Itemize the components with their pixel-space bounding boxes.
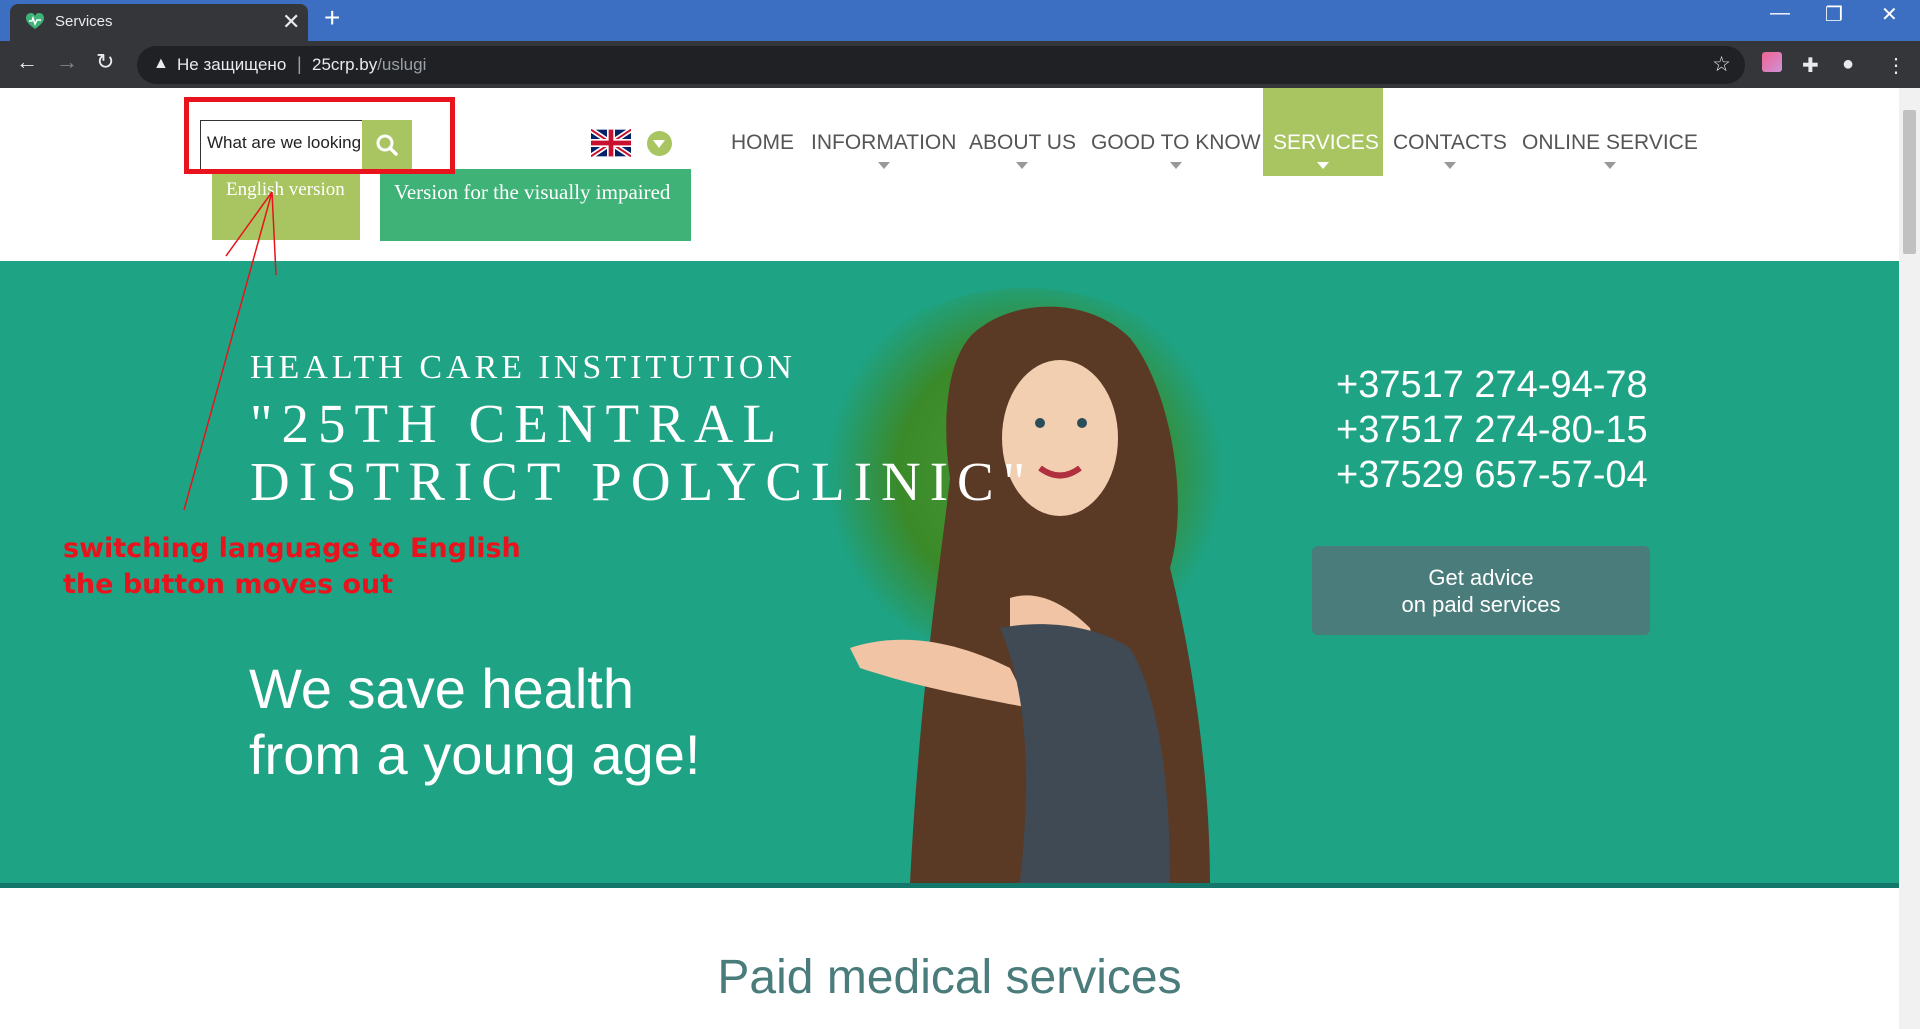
nav-services[interactable]: SERVICES bbox=[1263, 88, 1383, 176]
new-tab-button[interactable]: + bbox=[324, 2, 340, 34]
visually-impaired-button[interactable]: Version for the visually impaired bbox=[380, 169, 691, 241]
institution-name-line2: DISTRICT POLYCLINIC" bbox=[250, 451, 1035, 512]
nav-about-us[interactable]: ABOUT US bbox=[969, 88, 1076, 176]
nav-home[interactable]: HOME bbox=[731, 88, 794, 176]
caret-down-icon bbox=[1603, 162, 1616, 169]
restore-icon[interactable]: ❐ bbox=[1825, 2, 1843, 27]
profile-icon[interactable]: ● bbox=[1842, 53, 1854, 76]
annotation-highlight-box bbox=[184, 97, 455, 174]
phone-number[interactable]: +37529 657-57-04 bbox=[1336, 453, 1648, 498]
slogan-line1: We save health bbox=[249, 657, 634, 720]
phone-list: +37517 274-94-78 +37517 274-80-15 +37529… bbox=[1336, 363, 1648, 498]
nav-label: INFORMATION bbox=[811, 131, 957, 154]
hero-slogan: We save health from a young age! bbox=[249, 656, 700, 788]
minimize-icon[interactable]: — bbox=[1770, 2, 1790, 25]
close-window-icon[interactable]: ✕ bbox=[1881, 2, 1898, 27]
language-dropdown-icon[interactable] bbox=[647, 131, 672, 156]
caret-down-icon bbox=[1317, 162, 1329, 169]
extension-icon[interactable] bbox=[1762, 52, 1782, 72]
institution-name: "25TH CENTRAL DISTRICT POLYCLINIC" bbox=[250, 395, 1034, 511]
bookmark-star-icon[interactable]: ☆ bbox=[1712, 52, 1731, 77]
browser-tab[interactable]: Services ✕ bbox=[10, 4, 308, 41]
nav-label: ONLINE SERVICE bbox=[1522, 131, 1698, 154]
nav-good-to-know[interactable]: GOOD TO KNOW bbox=[1091, 88, 1261, 176]
caret-down-icon bbox=[1016, 162, 1029, 169]
advice-line2: on paid services bbox=[1401, 592, 1561, 617]
url-text[interactable]: 25crp.by/uslugi bbox=[312, 55, 426, 75]
web-page: What are we looking for? English version… bbox=[0, 88, 1899, 1029]
tab-close-icon[interactable]: ✕ bbox=[282, 9, 300, 35]
security-label[interactable]: Не защищено bbox=[177, 55, 286, 75]
caret-down-icon bbox=[877, 162, 890, 169]
nav-label: GOOD TO KNOW bbox=[1091, 131, 1261, 154]
address-bar[interactable]: ▲ Не защищено | 25crp.by/uslugi ☆ bbox=[137, 46, 1745, 84]
caret-down-icon bbox=[1443, 162, 1456, 169]
menu-icon[interactable]: ⋮ bbox=[1886, 53, 1906, 78]
caret-down-icon bbox=[1169, 162, 1182, 169]
separator: | bbox=[297, 54, 302, 74]
nav-online-service[interactable]: ONLINE SERVICE bbox=[1522, 88, 1698, 176]
nav-contacts[interactable]: CONTACTS bbox=[1393, 88, 1507, 176]
extensions-puzzle-icon[interactable]: ✚ bbox=[1802, 53, 1819, 78]
url-domain: 25crp.by bbox=[312, 55, 378, 74]
slogan-line2: from a young age! bbox=[249, 723, 701, 786]
english-version-button[interactable]: English version bbox=[212, 169, 360, 240]
tab-title: Services bbox=[55, 13, 113, 30]
section-title: Paid medical services bbox=[717, 951, 1182, 1004]
nav-information[interactable]: INFORMATION bbox=[811, 88, 956, 176]
phone-number[interactable]: +37517 274-94-78 bbox=[1336, 363, 1648, 408]
phone-number[interactable]: +37517 274-80-15 bbox=[1336, 408, 1648, 453]
warning-icon[interactable]: ▲ bbox=[153, 55, 169, 73]
reload-icon[interactable]: ↻ bbox=[96, 49, 114, 75]
back-icon[interactable]: ← bbox=[16, 49, 38, 75]
annotation-text: switching language to English the button… bbox=[63, 531, 521, 603]
annotation-line2: the button moves out bbox=[63, 569, 394, 600]
nav-label: CONTACTS bbox=[1393, 131, 1507, 154]
heart-favicon-icon bbox=[26, 13, 44, 29]
browser-toolbar: ← → ↻ ▲ Не защищено | 25crp.by/uslugi ☆ … bbox=[0, 41, 1920, 88]
get-advice-button[interactable]: Get advice on paid services bbox=[1312, 546, 1650, 635]
url-path: /uslugi bbox=[377, 55, 427, 74]
scrollbar-thumb[interactable] bbox=[1903, 110, 1916, 254]
forward-icon[interactable]: → bbox=[56, 49, 78, 75]
nav-label: SERVICES bbox=[1273, 131, 1379, 154]
institution-name-line1: "25TH CENTRAL bbox=[250, 393, 786, 454]
institution-label: HEALTH CARE INSTITUTION bbox=[250, 349, 796, 386]
page-scrollbar[interactable] bbox=[1899, 88, 1920, 1029]
nav-label: HOME bbox=[731, 131, 794, 154]
advice-line1: Get advice bbox=[1428, 565, 1534, 590]
hero-bottom-border bbox=[0, 883, 1899, 888]
annotation-line1: switching language to English bbox=[63, 533, 521, 564]
uk-flag-icon[interactable] bbox=[591, 128, 631, 158]
browser-tabstrip: Services ✕ + — ❐ ✕ bbox=[0, 0, 1920, 41]
nav-label: ABOUT US bbox=[969, 131, 1076, 154]
